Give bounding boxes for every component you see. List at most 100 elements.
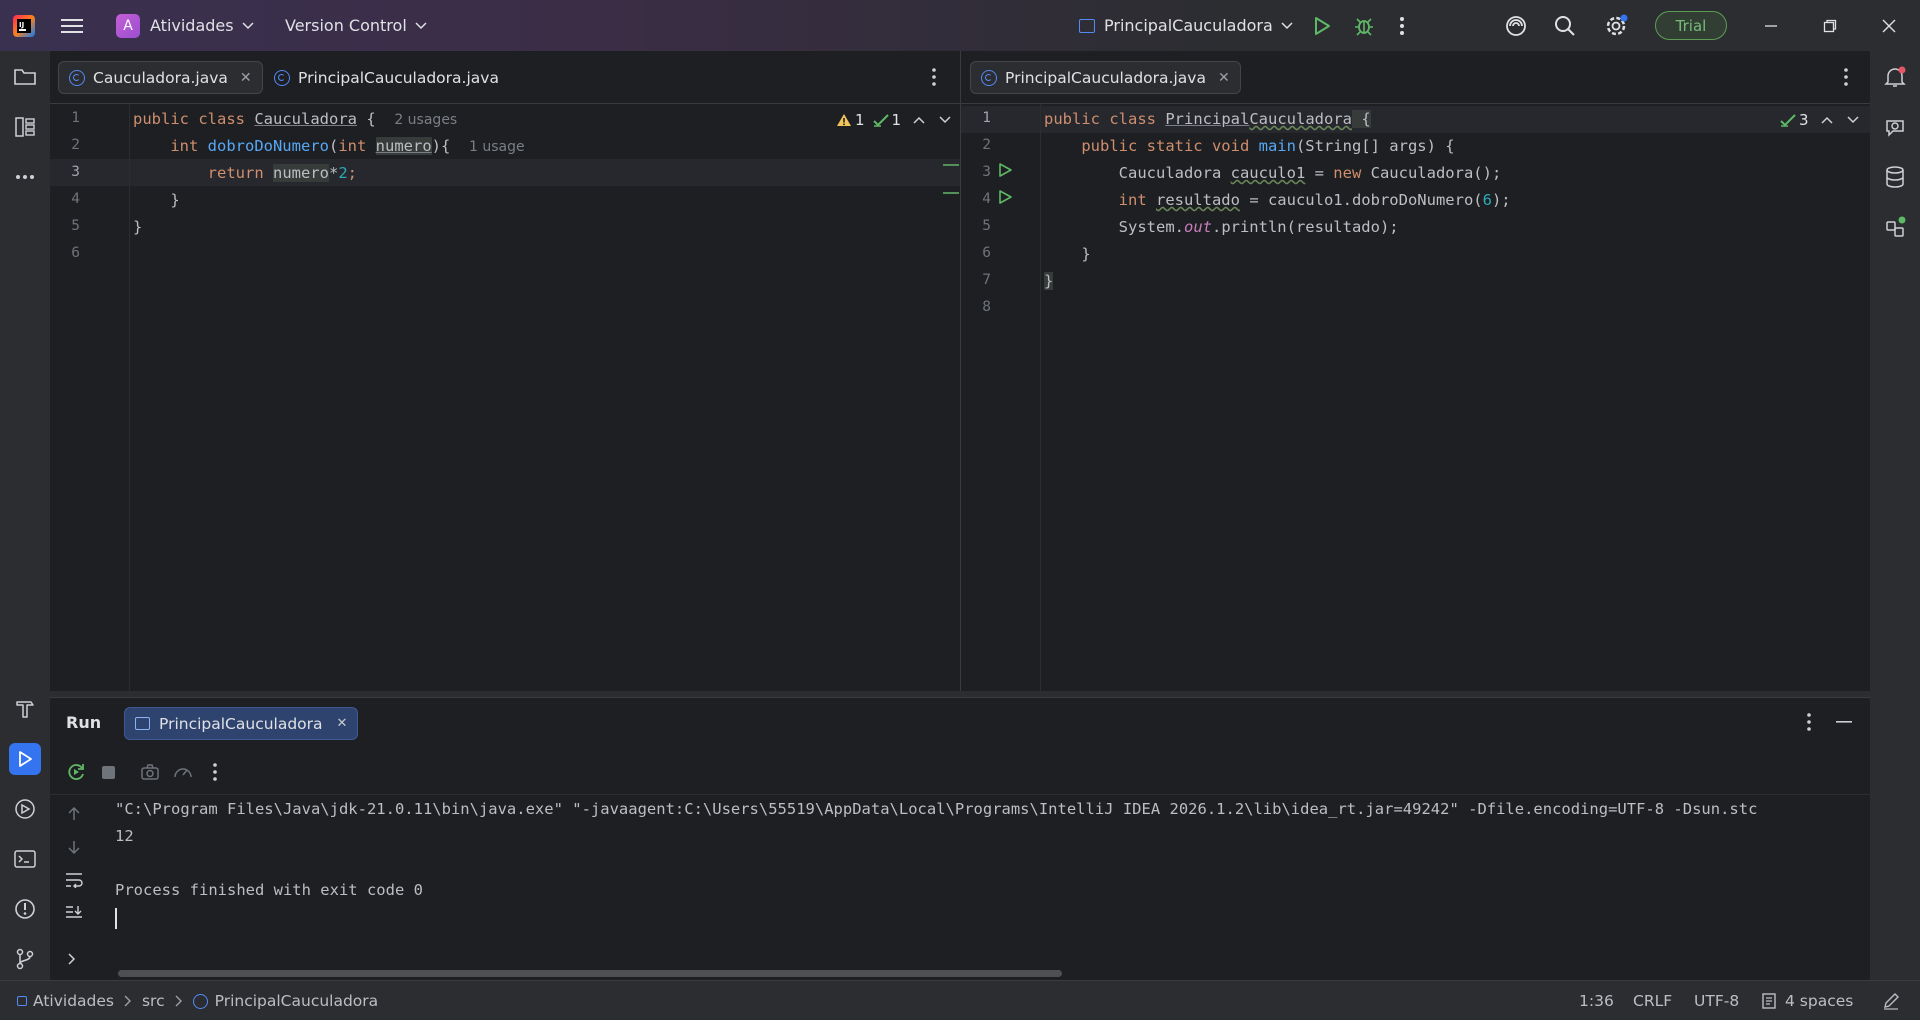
caret-position[interactable]: 1:36	[1579, 981, 1614, 1020]
file-encoding[interactable]: UTF-8	[1694, 981, 1739, 1020]
warning-count: 1	[855, 111, 865, 129]
minimize-icon[interactable]	[1764, 0, 1778, 51]
run-tool-icon[interactable]	[9, 743, 41, 775]
project-widget[interactable]: A Atividades	[116, 0, 254, 51]
line-number: 4	[982, 191, 991, 207]
expand-chevron-icon[interactable]	[68, 953, 76, 965]
more-run-actions-icon[interactable]	[212, 762, 218, 782]
settings-gear-icon[interactable]	[1604, 0, 1628, 51]
read-only-toggle-icon[interactable]	[1882, 981, 1900, 1020]
line-separator[interactable]: CRLF	[1633, 981, 1672, 1020]
ok-count: 1	[891, 111, 902, 129]
more-tools-icon[interactable]	[9, 161, 41, 193]
editor-principalcauculadora[interactable]: PrincipalCauculadora.java ✕ 1 2 3 4 5 6 …	[961, 51, 1870, 691]
code-line[interactable]: Cauculadora cauculo1 = new Cauculadora()…	[1044, 160, 1502, 187]
chevron-up-icon[interactable]	[913, 116, 925, 124]
main-menu-icon[interactable]	[61, 0, 83, 51]
run-options-icon[interactable]	[1806, 712, 1812, 732]
git-branch-icon[interactable]	[9, 943, 41, 975]
notifications-bell-icon[interactable]	[1879, 61, 1911, 93]
code-line[interactable]: public static void main(String[] args) {	[1044, 133, 1454, 160]
debug-icon[interactable]	[1354, 0, 1374, 51]
close-tab-icon[interactable]: ✕	[337, 716, 348, 731]
code-line[interactable]: }	[1044, 268, 1054, 295]
inspection-widget[interactable]: 1 1	[836, 111, 951, 129]
console-line: 12	[115, 827, 134, 845]
editor-tab-bar: PrincipalCauculadora.java ✕	[961, 51, 1870, 104]
breadcrumb-item[interactable]: PrincipalCauculadora	[215, 992, 379, 1010]
usages-hint[interactable]: 2 usages	[394, 112, 457, 128]
code-line[interactable]: return numero*2;	[133, 160, 357, 187]
database-icon[interactable]	[1879, 161, 1911, 193]
indent-widget[interactable]: 4 spaces	[1762, 981, 1853, 1020]
version-control-label: Version Control	[285, 16, 407, 35]
horizontal-scrollbar[interactable]	[118, 970, 1062, 977]
run-gutter-icon[interactable]	[997, 162, 1013, 178]
hide-panel-icon[interactable]	[1836, 721, 1852, 723]
scroll-up-icon[interactable]	[66, 806, 82, 822]
tab-principalcauculadora-java[interactable]: PrincipalCauculadora.java	[264, 61, 509, 94]
scroll-down-icon[interactable]	[66, 839, 82, 855]
code-line[interactable]: int resultado = cauculo1.dobroDoNumero(6…	[1044, 187, 1511, 214]
code-line[interactable]: public class PrincipalCauculadora {	[1044, 106, 1371, 133]
chevron-down-icon[interactable]	[939, 116, 951, 124]
tab-cauculadora-java[interactable]: Cauculadora.java ✕	[58, 61, 263, 94]
build-hammer-icon[interactable]	[9, 693, 41, 725]
java-class-icon	[192, 993, 208, 1009]
profiler-icon[interactable]	[173, 762, 193, 782]
run-gutter-icon[interactable]	[997, 189, 1013, 205]
line-number: 2	[982, 137, 991, 153]
scroll-to-end-icon[interactable]	[65, 905, 83, 921]
svg-text:IJ: IJ	[19, 21, 24, 29]
run-icon[interactable]	[1313, 0, 1331, 51]
search-icon[interactable]	[1554, 0, 1576, 51]
problems-icon[interactable]	[9, 893, 41, 925]
line-number: 8	[982, 299, 991, 315]
services-icon[interactable]	[9, 793, 41, 825]
chevron-down-icon	[242, 21, 254, 29]
code-line[interactable]: }	[133, 187, 179, 214]
inspection-widget[interactable]: 3	[1780, 111, 1859, 129]
soft-wrap-icon[interactable]	[65, 872, 83, 888]
project-avatar: A	[116, 13, 140, 38]
code-line[interactable]: }	[1044, 241, 1090, 268]
java-class-icon	[981, 69, 997, 86]
ai-chat-icon[interactable]	[1879, 111, 1911, 143]
ai-assistant-icon[interactable]	[1504, 0, 1528, 51]
breadcrumb-item[interactable]: Atividades	[33, 992, 114, 1010]
tab-principalcauculadora-java[interactable]: PrincipalCauculadora.java ✕	[970, 61, 1241, 94]
dump-threads-icon[interactable]	[140, 762, 160, 782]
run-tab-principalcauculadora[interactable]: PrincipalCauculadora ✕	[124, 707, 359, 740]
project-folder-icon[interactable]	[9, 61, 41, 93]
chevron-down-icon[interactable]	[1847, 116, 1859, 124]
code-line[interactable]: }	[133, 214, 142, 241]
stop-icon[interactable]	[102, 766, 115, 779]
chevron-up-icon[interactable]	[1821, 116, 1833, 124]
tab-more-icon[interactable]	[1843, 67, 1849, 87]
breadcrumb: Atividades src PrincipalCauculadora	[17, 981, 378, 1020]
indent-icon	[1762, 993, 1776, 1009]
version-control-widget[interactable]: Version Control	[285, 0, 427, 51]
usages-hint[interactable]: 1 usage	[469, 139, 525, 155]
breadcrumb-item[interactable]: src	[142, 992, 165, 1010]
code-line[interactable]: int dobroDoNumero(int numero){ 1 usage	[133, 133, 525, 160]
trial-badge[interactable]: Trial	[1655, 11, 1727, 40]
run-config-selector[interactable]: PrincipalCauculadora	[1079, 0, 1293, 51]
more-actions-icon[interactable]	[1399, 0, 1405, 51]
code-line[interactable]: public class Cauculadora { 2 usages	[133, 106, 457, 133]
intellij-logo-icon[interactable]: IJ	[12, 0, 36, 51]
structure-icon[interactable]	[9, 111, 41, 143]
code-line[interactable]: System.out.println(resultado);	[1044, 214, 1399, 241]
editor-cauculadora[interactable]: Cauculadora.java ✕ PrincipalCauculadora.…	[50, 51, 960, 691]
terminal-icon[interactable]	[9, 843, 41, 875]
restore-icon[interactable]	[1823, 0, 1837, 51]
close-tab-icon[interactable]: ✕	[240, 70, 252, 86]
rerun-icon[interactable]	[66, 762, 86, 782]
title-bar: IJ A Atividades Version Control Principa…	[0, 0, 1920, 51]
tab-more-icon[interactable]	[931, 67, 937, 87]
close-window-icon[interactable]	[1882, 0, 1896, 51]
warning-icon	[837, 114, 851, 126]
change-marker	[943, 164, 959, 166]
plugin-icon[interactable]	[1879, 211, 1911, 243]
close-tab-icon[interactable]: ✕	[1218, 70, 1230, 86]
